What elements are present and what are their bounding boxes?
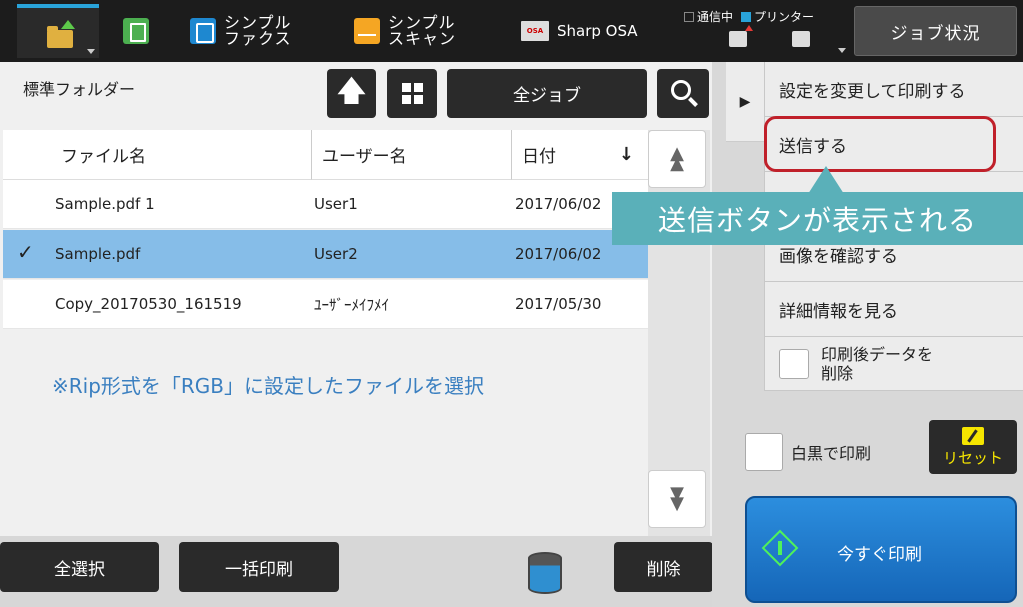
check-icon: ✓ bbox=[17, 240, 34, 264]
communication-device-icon[interactable] bbox=[729, 25, 753, 47]
delete-after-print-label: 印刷後データを 削除 bbox=[821, 344, 934, 383]
job-filter-button[interactable]: 全ジョブ bbox=[447, 69, 647, 118]
bw-print-option[interactable]: 白黒で印刷 bbox=[745, 433, 871, 471]
simple-scan-app-button[interactable]: シンプル スキャン bbox=[354, 8, 456, 54]
rip-format-note: ※Rip形式を「RGB」に設定したファイルを選択 bbox=[52, 374, 485, 398]
delete-button[interactable]: 削除 bbox=[614, 542, 713, 592]
date-cell: 2017/05/30 bbox=[515, 295, 602, 313]
column-header-file-name[interactable]: ファイル名 bbox=[3, 130, 312, 180]
user-name-cell: ﾕｰｻﾞｰﾒｲﾌﾒｲ bbox=[314, 295, 390, 314]
copy-app-button[interactable] bbox=[123, 8, 157, 54]
simple-fax-app-button[interactable]: シンプル ファクス bbox=[190, 8, 292, 54]
scan-icon bbox=[354, 18, 380, 44]
search-button[interactable] bbox=[657, 69, 709, 118]
file-name-cell: Sample.pdf bbox=[55, 245, 141, 263]
table-row[interactable]: Sample.pdf 1 User1 2017/06/02 bbox=[3, 180, 648, 229]
send-highlight-frame bbox=[764, 116, 996, 172]
simple-fax-label-line2: ファクス bbox=[224, 29, 292, 48]
top-bar: シンプル ファクス シンプル スキャン OSA Sharp OSA 通信中 プリ… bbox=[0, 0, 1023, 62]
reset-label: リセット bbox=[942, 448, 1003, 467]
comm-status-indicator bbox=[684, 11, 694, 22]
callout-pointer bbox=[808, 166, 844, 194]
printer-status-label: プリンター bbox=[754, 10, 815, 24]
bw-print-checkbox[interactable] bbox=[745, 433, 783, 471]
upload-arrow-icon bbox=[61, 20, 75, 29]
comm-status-label: 通信中 bbox=[697, 10, 734, 24]
search-icon bbox=[671, 80, 691, 100]
printer-device-icon[interactable] bbox=[792, 31, 810, 47]
sharp-osa-label: Sharp OSA bbox=[557, 22, 638, 40]
osa-icon: OSA bbox=[521, 21, 549, 41]
delete-after-print-checkbox[interactable] bbox=[779, 348, 809, 379]
bottom-action-bar: 全選択 一括印刷 削除 bbox=[0, 536, 720, 607]
grid-icon bbox=[401, 83, 423, 104]
file-list: ファイル名 ユーザー名 日付 ↓ Sample.pdf 1 User1 2017… bbox=[3, 130, 648, 536]
user-name-cell: User1 bbox=[314, 195, 358, 213]
eraser-icon bbox=[962, 426, 984, 445]
storage-usage-icon bbox=[528, 552, 562, 594]
scroll-up-button[interactable]: ▲ ▲ bbox=[648, 130, 706, 188]
menu-item-change-settings-print[interactable]: 設定を変更して印刷する bbox=[765, 62, 1023, 117]
date-cell: 2017/06/02 bbox=[515, 245, 602, 263]
simple-scan-label-line2: スキャン bbox=[388, 29, 457, 48]
chevron-down-icon bbox=[87, 49, 95, 54]
scrollbar[interactable]: ▲ ▲ ▼ ▼ bbox=[648, 130, 710, 536]
thumbnail-view-button[interactable] bbox=[387, 69, 437, 118]
user-name-cell: User2 bbox=[314, 245, 358, 263]
copy-icon bbox=[123, 18, 149, 44]
date-cell: 2017/06/02 bbox=[515, 195, 602, 213]
batch-print-button[interactable]: 一括印刷 bbox=[179, 542, 339, 592]
job-status-button[interactable]: ジョブ状況 bbox=[854, 6, 1017, 56]
parent-folder-button[interactable]: 🡅 bbox=[327, 69, 376, 118]
fax-icon bbox=[190, 18, 216, 44]
delete-after-print-option[interactable]: 印刷後データを 削除 bbox=[765, 337, 1023, 391]
send-button-callout: 送信ボタンが表示される bbox=[612, 192, 1023, 245]
collapse-panel-button[interactable]: ▶ bbox=[726, 62, 764, 142]
file-name-cell: Sample.pdf 1 bbox=[55, 195, 155, 213]
table-row[interactable]: ✓ Sample.pdf User2 2017/06/02 bbox=[3, 230, 648, 279]
simple-scan-label: シンプル スキャン bbox=[388, 15, 456, 47]
sort-descending-icon: ↓ bbox=[618, 144, 634, 165]
column-header-date-label: 日付 bbox=[522, 147, 556, 167]
simple-fax-label: シンプル ファクス bbox=[224, 15, 292, 47]
print-now-button[interactable]: 今すぐ印刷 bbox=[745, 496, 1017, 603]
document-filing-home-button[interactable] bbox=[17, 4, 99, 58]
reset-button[interactable]: リセット bbox=[929, 420, 1017, 474]
device-status: 通信中 プリンター bbox=[684, 8, 814, 25]
chevron-down-icon[interactable] bbox=[838, 48, 846, 53]
file-name-cell: Copy_20170530_161519 bbox=[55, 295, 242, 313]
column-header-date[interactable]: 日付 ↓ bbox=[512, 130, 648, 180]
start-icon bbox=[761, 529, 799, 567]
collapse-arrow-icon: ▶ bbox=[739, 93, 751, 110]
print-now-label: 今すぐ印刷 bbox=[837, 545, 922, 565]
select-all-button[interactable]: 全選択 bbox=[0, 542, 159, 592]
scroll-down-button[interactable]: ▼ ▼ bbox=[648, 470, 706, 528]
menu-item-detail-info[interactable]: 詳細情報を見る bbox=[765, 282, 1023, 337]
printer-status-indicator bbox=[741, 11, 752, 22]
bw-print-label: 白黒で印刷 bbox=[791, 444, 872, 463]
folder-title: 標準フォルダー bbox=[23, 80, 136, 99]
column-header-user-name[interactable]: ユーザー名 bbox=[312, 130, 512, 180]
table-row[interactable]: Copy_20170530_161519 ﾕｰｻﾞｰﾒｲﾌﾒｲ 2017/05/… bbox=[3, 280, 648, 329]
folder-icon bbox=[47, 26, 73, 48]
sharp-osa-app-button[interactable]: OSA Sharp OSA bbox=[521, 8, 638, 54]
up-arrow-icon: 🡅 bbox=[337, 73, 366, 107]
